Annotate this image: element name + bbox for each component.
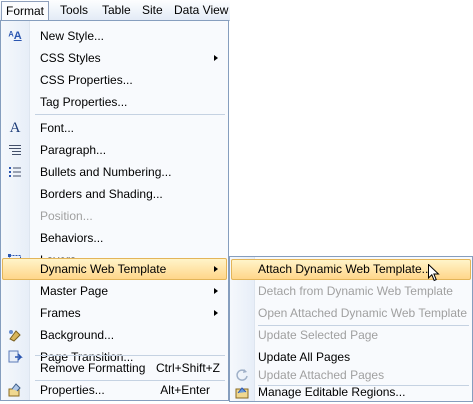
menu-item-css-styles[interactable]: CSS Styles [3, 47, 226, 69]
menu-item-label: Remove Formatting [40, 361, 146, 375]
menu-item-label: New Style... [40, 29, 105, 43]
menu-item-background[interactable]: Background... [3, 324, 226, 346]
menu-item-master-page[interactable]: Master Page [3, 280, 226, 302]
menu-item-label: Dynamic Web Template [40, 262, 167, 276]
menu-item-label: Update Selected Page [258, 328, 379, 342]
editable-regions-icon [234, 384, 250, 400]
menu-item-new-style[interactable]: ᴬA New Style... [3, 25, 226, 47]
menu-item-font[interactable]: A Font... [3, 117, 226, 139]
menu-table[interactable]: Table [98, 2, 135, 18]
menu-item-dynamic-web-template[interactable]: Dynamic Web Template [2, 258, 227, 280]
menu-item-label: Update All Pages [258, 350, 351, 364]
menu-item-tag-properties[interactable]: Tag Properties... [3, 91, 226, 113]
menu-item-paragraph[interactable]: Paragraph... [3, 139, 226, 161]
menu-item-label: Frames [40, 306, 81, 320]
menu-item-open-attached-dwt[interactable]: Open Attached Dynamic Web Template [232, 303, 470, 323]
menu-item-borders-shading[interactable]: Borders and Shading... [3, 183, 226, 205]
menu-item-label: Detach from Dynamic Web Template [258, 284, 453, 298]
menu-item-frames[interactable]: Frames [3, 302, 226, 324]
menu-item-bullets-numbering[interactable]: Bullets and Numbering... [3, 161, 226, 183]
menu-item-label: Position... [40, 209, 93, 223]
menu-item-label: Paragraph... [40, 143, 107, 157]
menu-separator [35, 355, 225, 356]
menu-item-label: Background... [40, 328, 115, 342]
menu-item-label: Properties... [40, 383, 105, 397]
menu-separator [35, 114, 225, 115]
menu-item-behaviors[interactable]: Behaviors... [3, 227, 226, 249]
bullets-icon [7, 164, 23, 180]
menu-item-update-selected-page[interactable]: Update Selected Page [232, 325, 470, 345]
menu-item-label: Tag Properties... [40, 95, 128, 109]
menu-data-view[interactable]: Data View [170, 2, 232, 18]
properties-icon [7, 382, 23, 398]
menu-item-properties[interactable]: Properties... Alt+Enter [3, 379, 226, 401]
submenu-arrow-icon [214, 288, 218, 294]
menu-item-shortcut: Ctrl+Shift+Z [155, 361, 220, 375]
menu-format[interactable]: Format [1, 1, 50, 21]
menu-item-manage-editable-regions[interactable]: Manage Editable Regions... [232, 382, 470, 402]
menu-tools[interactable]: Tools [56, 2, 92, 18]
menu-item-update-all-pages[interactable]: Update All Pages [232, 347, 470, 367]
menu-item-label: Behaviors... [40, 231, 104, 245]
menu-item-remove-formatting[interactable]: Remove Formatting Ctrl+Shift+Z [3, 357, 226, 379]
format-menu: ᴬA New Style... CSS Styles CSS Propertie… [0, 20, 229, 401]
menu-item-label: Manage Editable Regions... [258, 385, 406, 399]
menu-item-label: Attach Dynamic Web Template... [258, 262, 432, 276]
menu-bar: Format Tools Table Site Data View [0, 0, 230, 21]
menu-item-detach-dwt[interactable]: Detach from Dynamic Web Template [232, 281, 470, 301]
menu-item-label: CSS Properties... [40, 73, 133, 87]
menu-item-label: Font... [40, 121, 75, 135]
menu-item-label: CSS Styles [40, 51, 101, 65]
menu-item-css-properties[interactable]: CSS Properties... [3, 69, 226, 91]
menu-item-shortcut: Alt+Enter [160, 383, 210, 397]
menu-item-label: Borders and Shading... [40, 187, 163, 201]
menu-item-label: Bullets and Numbering... [40, 165, 172, 179]
submenu-arrow-icon [214, 55, 218, 61]
update-attached-icon [234, 367, 250, 383]
mouse-cursor-icon [428, 264, 440, 282]
submenu-arrow-icon [214, 310, 218, 316]
submenu-arrow-icon [214, 266, 218, 272]
menu-item-position[interactable]: Position... [3, 205, 226, 227]
paragraph-icon [7, 142, 23, 158]
background-icon [7, 327, 23, 343]
menu-item-label: Open Attached Dynamic Web Template [258, 306, 468, 320]
font-icon: A [9, 120, 21, 136]
menu-item-label: Master Page [40, 284, 109, 298]
menu-site[interactable]: Site [138, 2, 167, 18]
new-style-icon: ᴬA [8, 30, 22, 42]
